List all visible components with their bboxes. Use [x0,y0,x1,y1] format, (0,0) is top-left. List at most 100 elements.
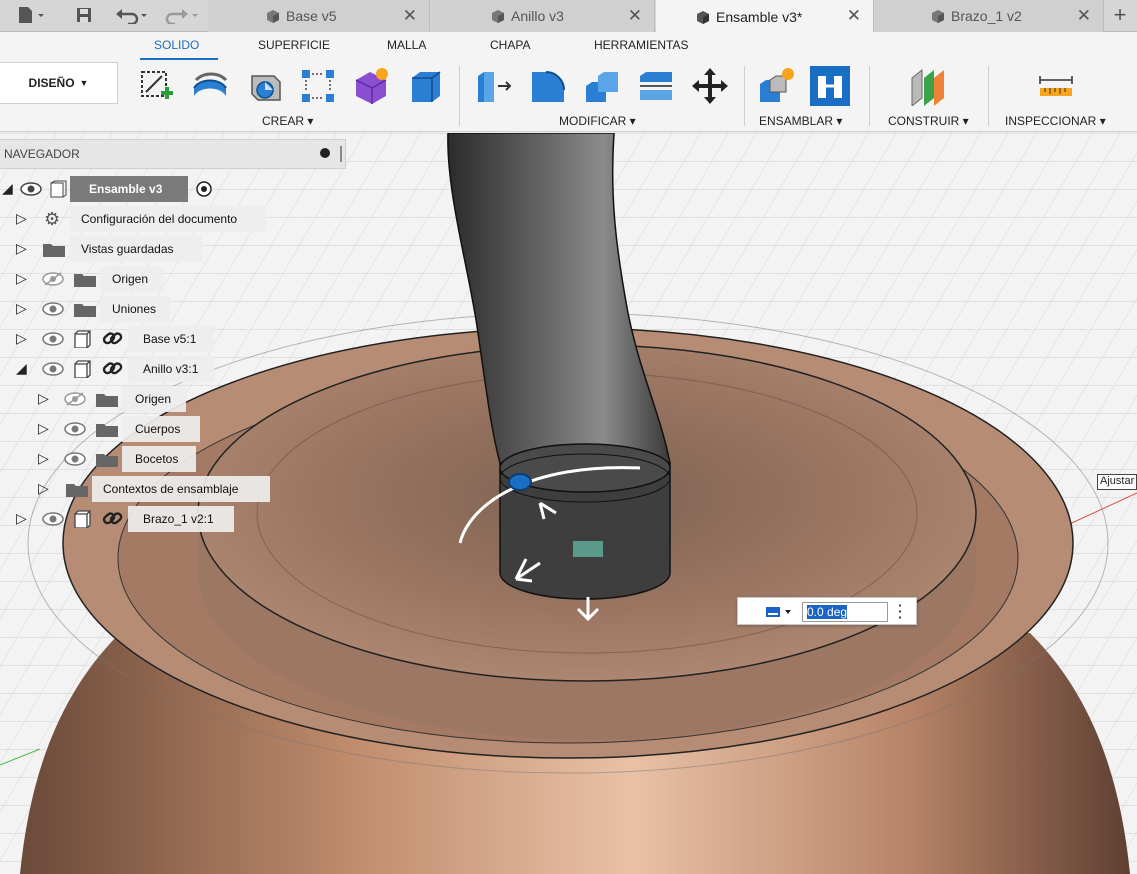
file-menu-icon[interactable] [14,4,48,26]
navigator-resize-handle[interactable] [340,146,342,162]
navigator-options-icon[interactable] [320,148,330,158]
navigator-item-label: Origen [112,272,149,286]
visibility-eye-icon[interactable] [42,332,64,346]
active-tab-indicator [140,58,218,60]
move-copy-icon[interactable] [690,66,730,106]
navigator-item-brazo-1-v2[interactable]: ▷ Brazo_1 v2:1 [0,506,240,532]
navigator-item-origin[interactable]: ▷ Origen [0,266,170,292]
tab-ensamble-v3[interactable]: Ensamble v3* ✕ [656,0,874,33]
hidden-eye-icon[interactable] [64,392,86,406]
navigator-item-joints[interactable]: ▷ Uniones [0,296,172,322]
expand-right-icon[interactable]: ▷ [16,300,27,317]
visibility-eye-icon[interactable] [64,422,86,436]
navigator-item-bodies[interactable]: ▷ Cuerpos [0,416,202,442]
expand-right-icon[interactable]: ▷ [38,480,49,497]
expand-right-icon[interactable]: ▷ [16,240,27,257]
tab-malla[interactable]: MALLA [387,38,426,52]
navigator-item-label: Origen [135,392,172,406]
expand-right-icon[interactable]: ▷ [16,510,27,527]
folder-icon [74,304,96,317]
close-icon[interactable]: ✕ [628,6,642,26]
navigator-item-sketches[interactable]: ▷ Bocetos [0,446,198,472]
visibility-eye-icon[interactable] [64,452,86,466]
document-tab-bar: Base v5 ✕ Anillo v3 ✕ Ensamble v3* ✕ Bra… [0,0,1137,33]
expand-right-icon[interactable]: ▷ [16,270,27,287]
extrude-curve-icon[interactable] [190,66,230,106]
more-options-icon[interactable]: · · · [898,598,903,624]
display-mode-icon [766,607,791,617]
toolbar-separator [744,66,745,126]
fillet-icon[interactable] [528,66,568,106]
hidden-eye-icon[interactable] [42,272,64,286]
construir-group-label[interactable]: CONSTRUIR ▾ [888,114,969,128]
expand-right-icon[interactable]: ▷ [38,450,49,467]
create-box-icon[interactable] [406,66,446,106]
rotation-angle-input[interactable]: 0.0 deg [802,602,888,622]
fit-view-label[interactable]: Ajustar [1097,474,1137,490]
tab-chapa[interactable]: CHAPA [490,38,530,52]
visibility-eye-icon[interactable] [42,362,64,376]
new-component-icon[interactable] [756,66,796,106]
expand-down-icon[interactable]: ◢ [16,360,27,377]
new-tab-plus-icon[interactable]: + [1106,2,1134,27]
save-icon[interactable] [72,4,96,26]
offset-plane-icon[interactable] [908,66,948,106]
expand-right-icon[interactable]: ▷ [38,420,49,437]
tab-solido[interactable]: SOLIDO [154,38,199,52]
tab-label: Brazo_1 v2 [951,8,1022,24]
create-sketch-icon[interactable] [136,66,176,106]
navigator-item-saved-views[interactable]: ▷ Vistas guardadas [0,236,210,262]
crear-group-label[interactable]: CREAR ▾ [262,114,313,128]
input-mode-dropdown[interactable] [764,604,796,620]
expand-right-icon[interactable]: ▷ [16,210,27,227]
toolbar-separator [988,66,989,126]
close-icon[interactable]: ✕ [1077,6,1091,26]
link-icon [102,362,123,375]
modificar-group-label[interactable]: MODIFICAR ▾ [559,114,636,128]
expand-down-icon[interactable]: ◢ [2,180,13,197]
inspeccionar-group-label[interactable]: INSPECCIONAR ▾ [1005,114,1106,128]
navigator-item-label: Brazo_1 v2:1 [143,512,214,526]
split-body-icon[interactable] [636,66,676,106]
combine-icon[interactable] [582,66,622,106]
navigator-item-anillo-origin[interactable]: ▷ Origen [0,386,190,412]
navigator-item-anillo-v3[interactable]: ◢ Anillo v3:1 [0,356,216,382]
navigator-item-doc-settings[interactable]: ▷ ⚙ Configuración del documento [0,206,270,232]
navigator-item-label: Uniones [112,302,157,316]
undo-icon[interactable] [112,4,152,26]
folder-icon [96,394,118,407]
joint-icon[interactable] [810,66,850,106]
expand-right-icon[interactable]: ▷ [38,390,49,407]
visibility-eye-icon[interactable] [20,182,42,196]
visibility-eye-icon[interactable] [42,512,64,526]
close-icon[interactable]: ✕ [847,6,861,26]
navigator-root-row[interactable]: ◢ Ensamble v3 [0,176,230,202]
tab-herramientas[interactable]: HERRAMIENTAS [594,38,688,52]
navigator-item-assembly-contexts[interactable]: ▷ Contextos de ensamblaje [0,476,272,502]
redo-icon[interactable] [162,4,202,26]
activate-radio-icon[interactable] [195,180,213,198]
tab-anillo-v3[interactable]: Anillo v3 ✕ [431,0,655,32]
component-cube-icon [267,10,279,23]
component-cube-icon [932,10,944,23]
tab-base-v5[interactable]: Base v5 ✕ [208,0,430,32]
toolbar-separator [869,66,870,126]
pattern-icon[interactable] [298,66,338,106]
create-form-icon[interactable] [352,66,392,106]
navigator-header: NAVEGADOR [0,139,346,169]
revolve-icon[interactable] [244,66,284,106]
ensamblar-group-label[interactable]: ENSAMBLAR ▾ [759,114,842,128]
folder-icon [74,274,96,287]
navigator-item-base-v5[interactable]: ▷ Base v5:1 [0,326,216,352]
tab-brazo-1-v2[interactable]: Brazo_1 v2 ✕ [875,0,1104,32]
workspace-mode-dropdown[interactable]: DISEÑO ▼ [0,62,118,104]
link-icon [102,332,123,345]
close-icon[interactable]: ✕ [403,6,417,26]
expand-right-icon[interactable]: ▷ [16,330,27,347]
measure-icon[interactable] [1036,66,1076,106]
visibility-eye-icon[interactable] [42,302,64,316]
tab-superficie[interactable]: SUPERFICIE [258,38,330,52]
workspace-mode-label: DISEÑO [28,76,75,90]
component-cube-icon [492,10,504,23]
press-pull-icon[interactable] [474,66,514,106]
